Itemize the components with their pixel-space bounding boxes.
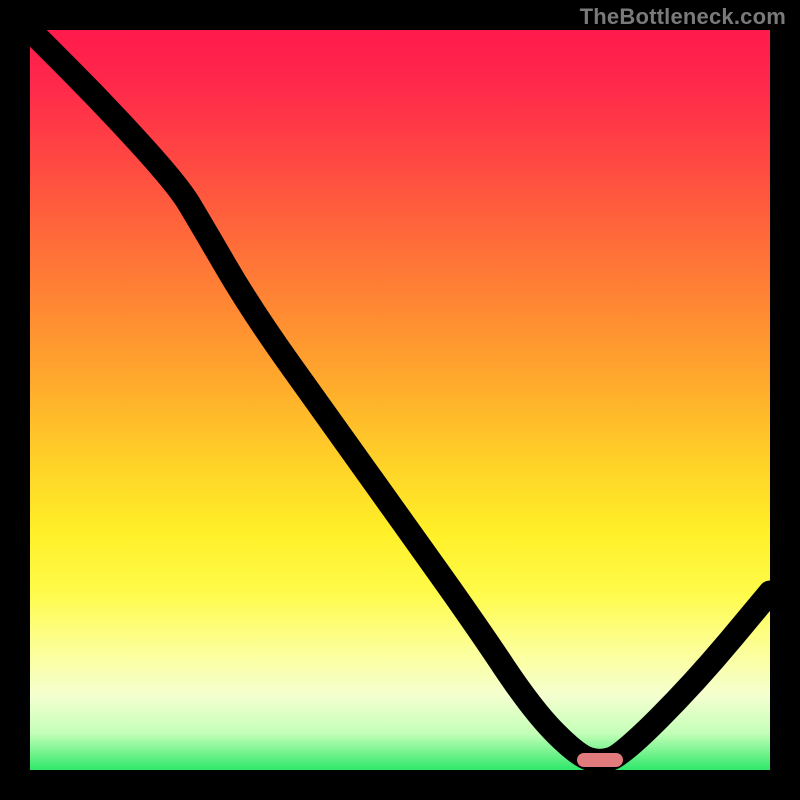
watermark-text: TheBottleneck.com <box>580 4 786 30</box>
plot-area <box>30 30 770 770</box>
optimal-marker <box>577 753 623 767</box>
chart-stage: TheBottleneck.com <box>0 0 800 800</box>
bottleneck-curve <box>30 30 770 770</box>
